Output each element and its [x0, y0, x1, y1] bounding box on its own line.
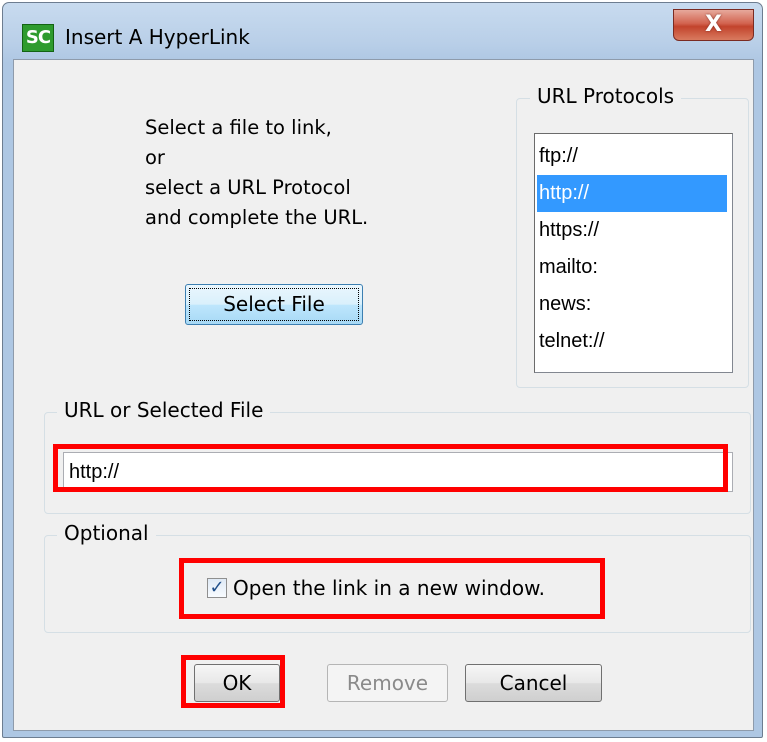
protocol-item-http[interactable]: http:// [537, 175, 727, 212]
close-button[interactable]: X [673, 9, 754, 41]
url-protocols-legend: URL Protocols [530, 84, 682, 108]
protocol-item-news[interactable]: news: [537, 286, 727, 323]
close-icon: X [705, 12, 722, 37]
app-icon: SC [22, 24, 54, 52]
url-group: URL or Selected File http:// [44, 398, 751, 514]
optional-legend: Optional [57, 521, 156, 545]
url-input[interactable]: http:// [63, 452, 733, 492]
new-window-checkbox[interactable]: ✓ [207, 578, 227, 598]
instruction-line: Select a file to link, [145, 116, 332, 139]
protocol-item-ftp[interactable]: ftp:// [537, 138, 727, 175]
dialog-body: Select a file to link, or select a URL P… [13, 59, 754, 731]
new-window-label[interactable]: Open the link in a new window. [233, 573, 545, 603]
optional-group: Optional ✓ Open the link in a new window… [44, 521, 751, 633]
protocol-item-mailto[interactable]: mailto: [537, 249, 727, 286]
focus-rectangle [189, 288, 359, 321]
url-protocols-group: URL Protocols ftp:// http:// https:// ma… [516, 84, 749, 388]
remove-button[interactable]: Remove [327, 664, 448, 702]
instruction-line: or [145, 146, 165, 169]
cancel-button[interactable]: Cancel [465, 664, 602, 702]
title-bar[interactable]: SC Insert A HyperLink X [3, 3, 762, 59]
protocol-item-telnet[interactable]: telnet:// [537, 323, 727, 360]
url-legend: URL or Selected File [57, 398, 271, 422]
instructions-text: Select a file to link, or select a URL P… [145, 113, 445, 233]
dialog-title: Insert A HyperLink [65, 25, 250, 49]
insert-hyperlink-dialog: SC Insert A HyperLink X Select a file to… [2, 2, 763, 738]
instruction-line: select a URL Protocol [145, 176, 351, 199]
url-protocols-list[interactable]: ftp:// http:// https:// mailto: news: te… [534, 133, 733, 373]
ok-button[interactable]: OK [194, 664, 280, 702]
select-file-button[interactable]: Select File [185, 284, 363, 325]
instruction-line: and complete the URL. [145, 206, 369, 229]
protocol-item-https[interactable]: https:// [537, 212, 727, 249]
